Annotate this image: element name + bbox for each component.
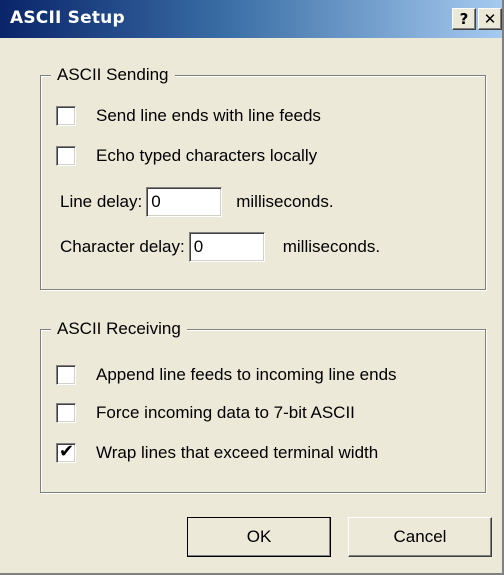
ascii-sending-legend: ASCII Sending (51, 65, 175, 85)
line-delay-row: Line delay: milliseconds. (60, 187, 334, 217)
character-delay-row: Character delay: milliseconds. (60, 232, 380, 262)
ascii-setup-dialog: ASCII Setup ? ✕ ASCII Sending Send line … (0, 0, 504, 575)
line-delay-unit: milliseconds. (236, 192, 334, 211)
echo-typed-option[interactable]: Echo typed characters locally (56, 145, 317, 167)
character-delay-label: Character delay: (60, 237, 185, 256)
force-7bit-checkbox[interactable] (56, 403, 76, 423)
force-7bit-label: Force incoming data to 7-bit ASCII (96, 403, 355, 422)
wrap-lines-label: Wrap lines that exceed terminal width (96, 443, 379, 462)
send-line-ends-checkbox[interactable] (56, 106, 76, 126)
send-line-ends-label: Send line ends with line feeds (96, 106, 321, 125)
echo-typed-checkbox[interactable] (56, 146, 76, 166)
send-line-ends-option[interactable]: Send line ends with line feeds (56, 105, 321, 127)
cancel-button[interactable]: Cancel (348, 517, 492, 557)
close-button[interactable]: ✕ (478, 8, 502, 30)
checkmark-icon: ✔ (59, 441, 75, 462)
append-line-feeds-checkbox[interactable] (56, 365, 76, 385)
force-7bit-option[interactable]: Force incoming data to 7-bit ASCII (56, 402, 355, 424)
character-delay-unit: milliseconds. (282, 237, 381, 256)
append-line-feeds-label: Append line feeds to incoming line ends (96, 365, 397, 384)
append-line-feeds-option[interactable]: Append line feeds to incoming line ends (56, 364, 397, 386)
ascii-receiving-legend: ASCII Receiving (51, 319, 187, 339)
window-title: ASCII Setup (10, 8, 125, 28)
wrap-lines-option[interactable]: ✔ Wrap lines that exceed terminal width (56, 441, 379, 464)
wrap-lines-checkbox[interactable]: ✔ (56, 441, 76, 463)
help-button[interactable]: ? (452, 8, 476, 30)
character-delay-input[interactable] (188, 232, 265, 262)
echo-typed-label: Echo typed characters locally (96, 146, 318, 165)
title-bar[interactable]: ASCII Setup ? ✕ (0, 0, 502, 38)
line-delay-label: Line delay: (60, 192, 143, 211)
ok-button[interactable]: OK (187, 517, 331, 557)
line-delay-input[interactable] (146, 187, 223, 217)
